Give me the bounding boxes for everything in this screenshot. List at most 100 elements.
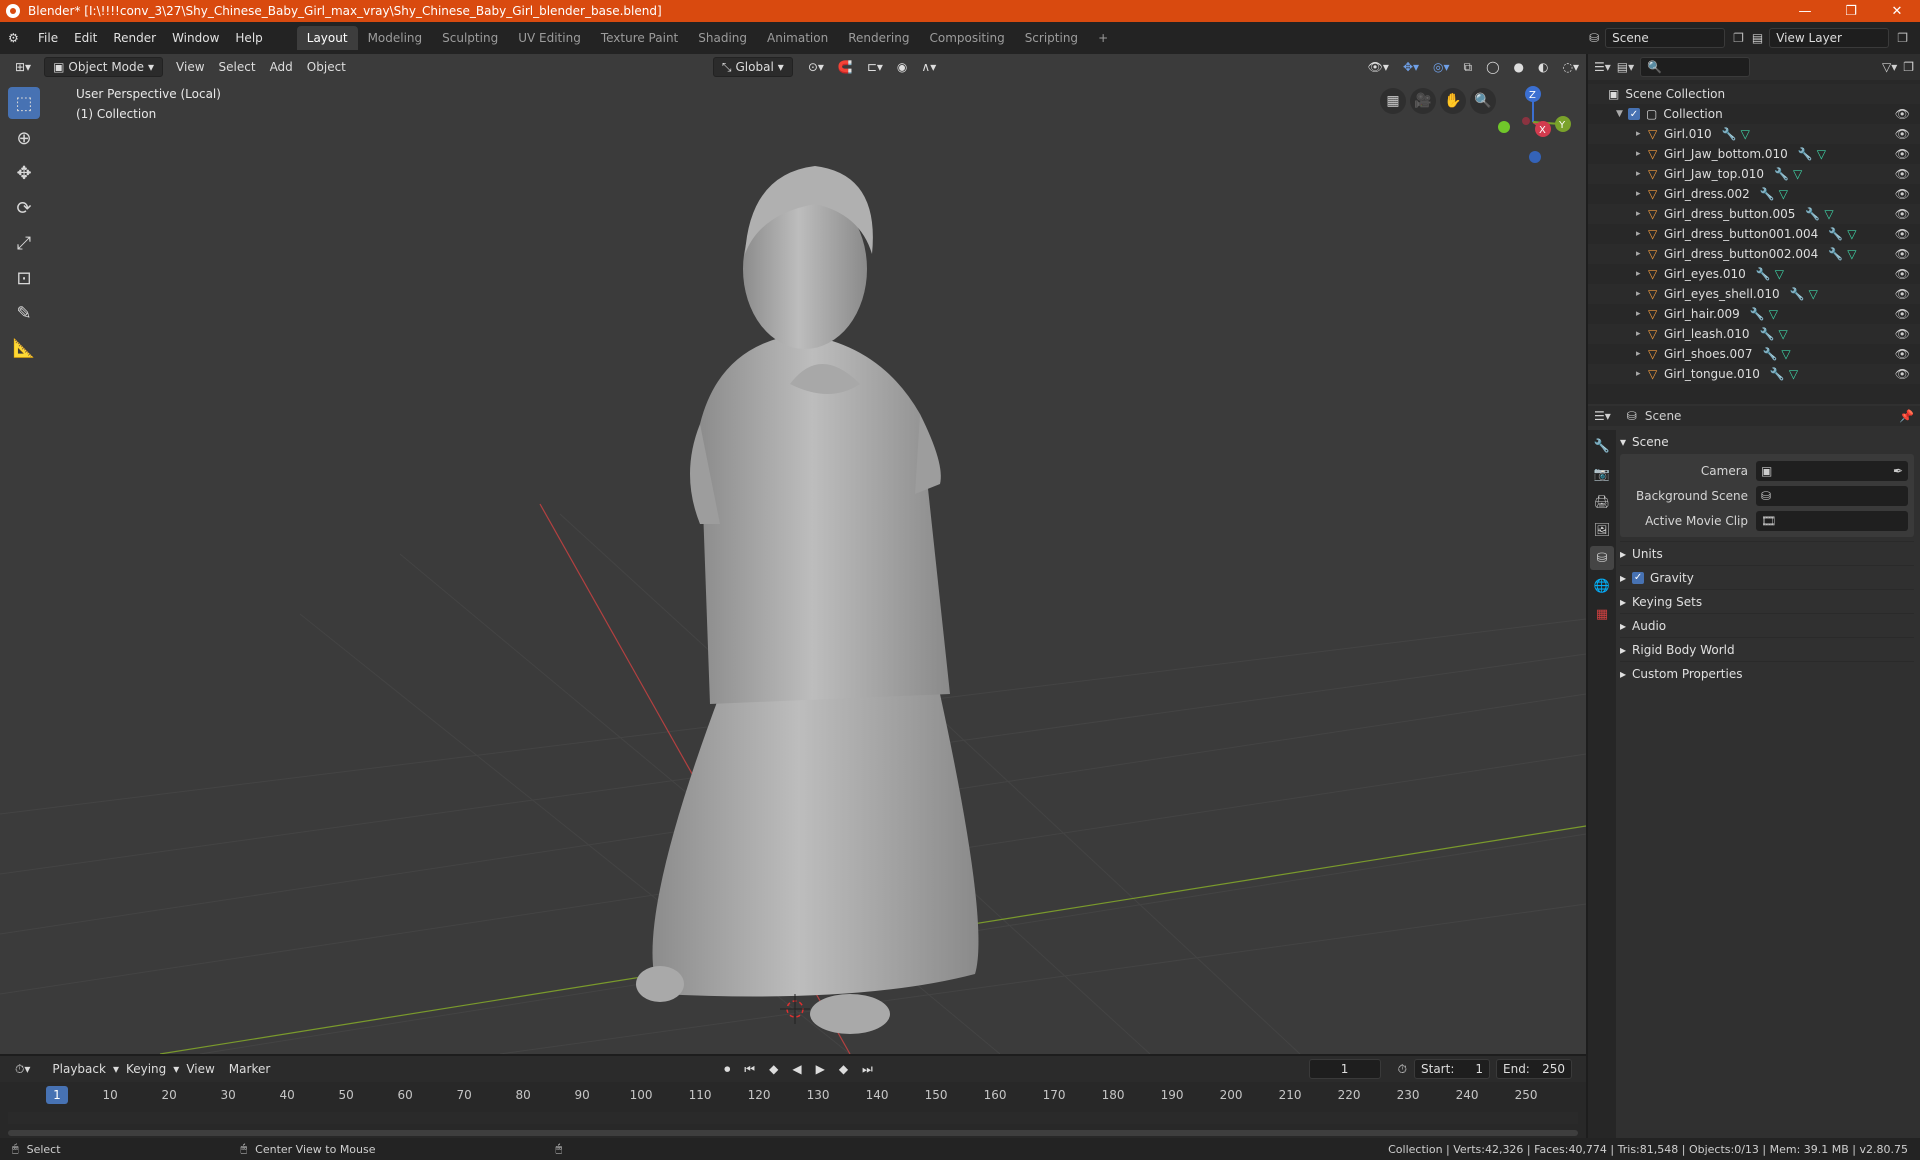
editor-type-button[interactable]: ⊞▾ <box>8 57 38 77</box>
outliner-object-row[interactable]: ▸ ▽ Girl_eyes.010 🔧 ▽ 👁 <box>1588 264 1920 284</box>
mesh-data-icon[interactable]: ▽ <box>1809 287 1818 301</box>
menu-keying[interactable]: Keying <box>119 1059 173 1079</box>
modifier-wrench-icon[interactable]: 🔧 <box>1790 287 1805 301</box>
overlay-toggle-icon[interactable]: ◎▾ <box>1426 57 1457 77</box>
modifier-wrench-icon[interactable]: 🔧 <box>1828 247 1843 261</box>
play-reverse-icon[interactable]: ◀ <box>785 1059 808 1079</box>
modifier-wrench-icon[interactable]: 🔧 <box>1722 127 1737 141</box>
prev-keyframe-icon[interactable]: ◆ <box>762 1059 785 1079</box>
pan-hand-icon[interactable]: ✋ <box>1440 88 1466 114</box>
mesh-data-icon[interactable]: ▽ <box>1779 187 1788 201</box>
mesh-data-icon[interactable]: ▽ <box>1775 267 1784 281</box>
outliner-object-row[interactable]: ▸ ▽ Girl_leash.010 🔧 ▽ 👁 <box>1588 324 1920 344</box>
add-workspace-button[interactable]: + <box>1088 26 1118 50</box>
modifier-wrench-icon[interactable]: 🔧 <box>1760 327 1775 341</box>
timeline-scrollbar[interactable] <box>8 1130 1578 1136</box>
transform-orientation-selector[interactable]: ⤡ Global ▾ <box>712 57 793 77</box>
mesh-data-icon[interactable]: ▽ <box>1824 207 1833 221</box>
proportional-edit-icon[interactable]: ◉ <box>890 57 914 77</box>
custom-properties-section[interactable]: ▸ Custom Properties <box>1620 661 1914 685</box>
minimize-button[interactable]: — <box>1782 4 1828 19</box>
wireframe-shading-icon[interactable]: ◯ <box>1479 57 1506 77</box>
pin-icon[interactable]: 📌 <box>1899 409 1914 423</box>
tab-layout[interactable]: Layout <box>296 26 358 50</box>
outliner-editor-type-icon[interactable]: ☰▾ <box>1594 60 1611 74</box>
expand-arrow-icon[interactable]: ▸ <box>1636 169 1648 179</box>
new-collection-icon[interactable]: ❐ <box>1903 60 1914 74</box>
tab-shading[interactable]: Shading <box>688 26 757 50</box>
stopwatch-icon[interactable]: ⏱ <box>1391 1059 1414 1079</box>
outliner-object-row[interactable]: ▸ ▽ Girl_eyes_shell.010 🔧 ▽ 👁 <box>1588 284 1920 304</box>
rotate-tool-icon[interactable]: ⟳ <box>8 192 40 224</box>
expand-arrow-icon[interactable]: ▸ <box>1636 269 1648 279</box>
eye-icon[interactable]: 👁 <box>1895 147 1910 161</box>
menu-file[interactable]: File <box>30 26 66 50</box>
eye-icon[interactable]: 👁 <box>1895 267 1910 281</box>
tab-texture-paint[interactable]: Texture Paint <box>591 26 688 50</box>
tab-modeling[interactable]: Modeling <box>358 26 433 50</box>
expand-arrow-icon[interactable]: ▸ <box>1636 349 1648 359</box>
mesh-data-icon[interactable]: ▽ <box>1793 167 1802 181</box>
timeline-ruler[interactable]: 1 10 20 30 40 50 60 70 80 90 100 110 120 130 140 150 160… <box>0 1086 1586 1106</box>
filter-icon[interactable]: ▽▾ <box>1882 60 1897 74</box>
expand-arrow-icon[interactable]: ▸ <box>1636 309 1648 319</box>
expand-arrow-icon[interactable]: ▸ <box>1636 129 1648 139</box>
new-view-layer-icon[interactable]: ❐ <box>1897 31 1908 45</box>
expand-arrow-icon[interactable]: ▸ <box>1636 249 1648 259</box>
eye-icon[interactable]: 👁 <box>1895 207 1910 221</box>
active-movie-clip-field[interactable]: 🎞 <box>1756 510 1908 531</box>
solid-shading-icon[interactable]: ● <box>1507 57 1531 77</box>
snap-icon[interactable]: 🧲 <box>831 57 860 77</box>
tool-tab-icon[interactable]: 🔧 <box>1590 434 1614 458</box>
scene-collection-row[interactable]: ▣ Scene Collection <box>1588 84 1920 104</box>
modifier-wrench-icon[interactable]: 🔧 <box>1760 187 1775 201</box>
modifier-wrench-icon[interactable]: 🔧 <box>1762 347 1777 361</box>
end-frame-field[interactable]: End: 250 <box>1496 1059 1572 1079</box>
keying-sets-section[interactable]: ▸ Keying Sets <box>1620 589 1914 613</box>
modifier-wrench-icon[interactable]: 🔧 <box>1774 167 1789 181</box>
pivot-icon[interactable]: ⊙▾ <box>801 57 831 77</box>
tab-animation[interactable]: Animation <box>757 26 838 50</box>
view-layer-tab-icon[interactable]: 🖼 <box>1590 518 1614 542</box>
tab-rendering[interactable]: Rendering <box>838 26 919 50</box>
scene-panel-header[interactable]: ▾ Scene <box>1620 430 1914 454</box>
outliner-object-row[interactable]: ▸ ▽ Girl_hair.009 🔧 ▽ 👁 <box>1588 304 1920 324</box>
camera-view-icon[interactable]: 🎥 <box>1410 88 1436 114</box>
mesh-data-icon[interactable]: ▽ <box>1741 127 1750 141</box>
close-button[interactable]: ✕ <box>1874 4 1920 19</box>
falloff-icon[interactable]: ∧▾ <box>914 57 943 77</box>
texture-tab-icon[interactable]: ▦ <box>1590 602 1614 626</box>
scene-selector[interactable]: Scene <box>1605 28 1726 48</box>
menu-select[interactable]: Select <box>212 57 263 77</box>
scene-tab-icon[interactable]: ⛁ <box>1590 546 1614 570</box>
menu-help[interactable]: Help <box>227 26 270 50</box>
timeline-editor-type-icon[interactable]: ⏱▾ <box>8 1059 37 1079</box>
modifier-wrench-icon[interactable]: 🔧 <box>1756 267 1771 281</box>
menu-view[interactable]: View <box>179 1059 221 1079</box>
eyedropper-icon[interactable]: ✒ <box>1893 464 1903 478</box>
view-layer-selector[interactable]: View Layer <box>1769 28 1890 48</box>
move-tool-icon[interactable]: ✥ <box>8 157 40 189</box>
modifier-wrench-icon[interactable]: 🔧 <box>1770 367 1785 381</box>
collection-row[interactable]: ▼ ✓ ▢ Collection 👁 <box>1588 104 1920 124</box>
camera-field[interactable]: ▣ ✒ <box>1756 460 1908 481</box>
grid-view-icon[interactable]: ▦ <box>1380 88 1406 114</box>
mesh-data-icon[interactable]: ▽ <box>1789 367 1798 381</box>
tab-uv-editing[interactable]: UV Editing <box>508 26 591 50</box>
expand-arrow-icon[interactable]: ▸ <box>1636 229 1648 239</box>
units-section[interactable]: ▸ Units <box>1620 541 1914 565</box>
mesh-data-icon[interactable]: ▽ <box>1781 347 1790 361</box>
rendered-shading-icon[interactable]: ◌▾ <box>1556 57 1587 77</box>
menu-render[interactable]: Render <box>105 26 164 50</box>
collection-checkbox[interactable]: ✓ <box>1628 108 1640 120</box>
tab-sculpting[interactable]: Sculpting <box>432 26 508 50</box>
modifier-wrench-icon[interactable]: 🔧 <box>1805 207 1820 221</box>
editor-type-icon[interactable]: ⚙ <box>0 26 30 50</box>
collapse-arrow-icon[interactable]: ▼ <box>1616 109 1628 119</box>
modifier-wrench-icon[interactable]: 🔧 <box>1828 227 1843 241</box>
eye-icon[interactable]: 👁 <box>1895 187 1910 201</box>
menu-marker[interactable]: Marker <box>222 1059 277 1079</box>
new-scene-icon[interactable]: ❐ <box>1733 31 1744 45</box>
menu-playback[interactable]: Playback <box>45 1059 113 1079</box>
menu-edit[interactable]: Edit <box>66 26 105 50</box>
